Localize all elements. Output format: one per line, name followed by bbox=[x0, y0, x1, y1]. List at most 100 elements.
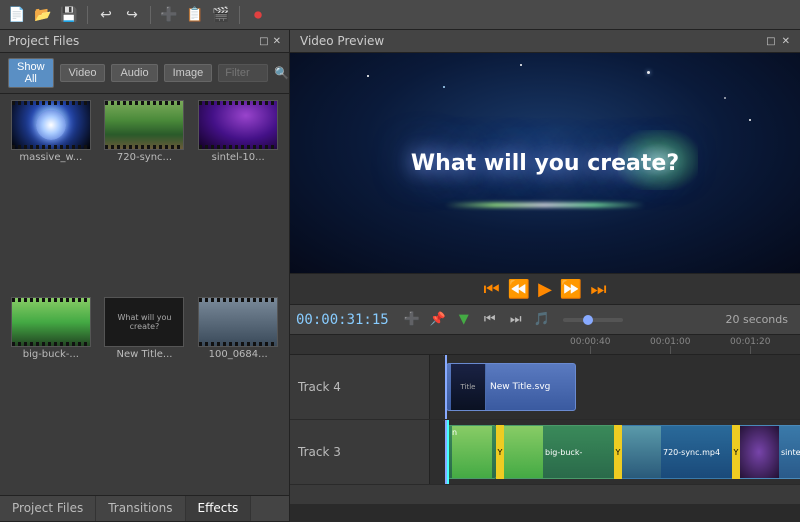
clip-sintel[interactable]: sintel-1024-surround.mp4 bbox=[734, 425, 800, 479]
video-filter-button[interactable]: Video bbox=[60, 64, 106, 82]
vp-icons: □ ✕ bbox=[766, 36, 790, 47]
play-button[interactable]: ▶ bbox=[538, 280, 552, 298]
thumb-new-title: What will you create? bbox=[104, 297, 184, 347]
star-2 bbox=[647, 71, 650, 74]
toolbar-sep-2 bbox=[150, 6, 151, 24]
thumb-massive-w bbox=[11, 100, 91, 150]
tl-add-icon[interactable]: ➕ bbox=[401, 309, 423, 331]
track-3-row: Track 3 n bbox=[290, 420, 800, 485]
y-marker-3: Y bbox=[732, 425, 740, 479]
clip-sintel-thumb bbox=[739, 426, 779, 478]
rewind-button[interactable]: ⏪ bbox=[508, 280, 530, 298]
tl-clip-icon[interactable]: 📌 bbox=[427, 309, 449, 331]
filter-input[interactable] bbox=[218, 64, 268, 82]
project-files-grid: massive_w... 720-sync... sintel-10... bbox=[0, 94, 289, 495]
track-4-name: Track 4 bbox=[298, 380, 341, 394]
playback-controls: ⏮ ⏪ ▶ ⏩ ⏭ bbox=[290, 273, 800, 304]
clip-720-label: 720-sync.mp4 bbox=[663, 448, 720, 457]
ruler-tick-0: 00:00:40 bbox=[570, 335, 610, 354]
bottom-tabs: Project Files Transitions Effects bbox=[0, 495, 289, 522]
save-icon[interactable]: 💾 bbox=[58, 4, 80, 26]
go-start-button[interactable]: ⏮ bbox=[483, 280, 499, 298]
star-3 bbox=[724, 97, 726, 99]
go-end-button[interactable]: ⏭ bbox=[590, 280, 606, 298]
filter-search-icon[interactable]: 🔍 bbox=[274, 66, 289, 80]
track-3-content[interactable]: n big-buck- Y bbox=[430, 420, 800, 484]
cyan-marker bbox=[447, 420, 449, 484]
file-sintel-label: sintel-10... bbox=[212, 152, 265, 163]
undo-icon[interactable]: ↩ bbox=[95, 4, 117, 26]
clip-new-title-svg[interactable]: Title New Title.svg bbox=[446, 363, 576, 411]
vp-close-icon[interactable]: ✕ bbox=[782, 36, 790, 47]
file-big-buck[interactable]: big-buck-... bbox=[6, 297, 96, 490]
vp-minmax-icon[interactable]: □ bbox=[766, 36, 775, 47]
star-5 bbox=[443, 86, 445, 88]
star-4 bbox=[520, 64, 522, 66]
image-filter-button[interactable]: Image bbox=[164, 64, 213, 82]
add-icon[interactable]: ➕ bbox=[158, 4, 180, 26]
show-all-button[interactable]: Show All bbox=[8, 58, 54, 88]
playhead-track4 bbox=[445, 355, 447, 419]
tl-audio-icon[interactable]: 🎵 bbox=[531, 309, 553, 331]
file-new-title-label: New Title... bbox=[117, 349, 173, 360]
timeline-ruler: 00:00:40 00:01:00 00:01:20 00:01:40 00:0… bbox=[290, 335, 800, 355]
open-icon[interactable]: 📂 bbox=[32, 4, 54, 26]
project-files-icons: □ ✕ bbox=[259, 36, 281, 47]
video-preview-header: Video Preview □ ✕ bbox=[290, 30, 800, 53]
toolbar-sep-3 bbox=[239, 6, 240, 24]
video-preview-area: What will you create? bbox=[290, 53, 800, 273]
pf-minmax-icon[interactable]: □ bbox=[259, 36, 268, 47]
import-icon[interactable]: 📋 bbox=[184, 4, 206, 26]
file-big-buck-label: big-buck-... bbox=[23, 349, 79, 360]
record-icon[interactable]: ⏺ bbox=[247, 4, 269, 26]
pf-close-icon[interactable]: ✕ bbox=[273, 36, 281, 47]
ruler-tick-1: 00:01:00 bbox=[650, 335, 690, 354]
star-1 bbox=[367, 75, 369, 77]
clip-big-buck[interactable]: big-buck- bbox=[498, 425, 616, 479]
glow-line bbox=[445, 203, 645, 207]
ruler-tick-2: 00:01:20 bbox=[730, 335, 770, 354]
video-canvas: What will you create? bbox=[290, 53, 800, 273]
tl-filter-icon[interactable]: ▼ bbox=[453, 309, 475, 331]
track-4-row: Track 4 Title New Title.svg bbox=[290, 355, 800, 420]
track-4-content[interactable]: Title New Title.svg bbox=[430, 355, 800, 419]
y-marker-1: Y bbox=[496, 425, 504, 479]
audio-filter-button[interactable]: Audio bbox=[111, 64, 157, 82]
tl-prev-icon[interactable]: ⏮ bbox=[479, 309, 501, 331]
clip-title-label: New Title.svg bbox=[490, 382, 550, 392]
clip-720-sync[interactable]: 720-sync.mp4 bbox=[616, 425, 734, 479]
filter-row: Show All Video Audio Image 🔍 bbox=[0, 53, 289, 94]
tl-zoom-slider[interactable] bbox=[563, 318, 623, 322]
main-area: Project Files □ ✕ Show All Video Audio I… bbox=[0, 30, 800, 522]
export-icon[interactable]: 🎬 bbox=[210, 4, 232, 26]
clip-big-buck-thumb bbox=[503, 426, 543, 478]
file-100-0684[interactable]: 100_0684... bbox=[193, 297, 283, 490]
tab-project-files[interactable]: Project Files bbox=[0, 496, 96, 521]
thumb-big-buck bbox=[11, 297, 91, 347]
right-panel: Video Preview □ ✕ What will you crea bbox=[290, 30, 800, 522]
file-sintel[interactable]: sintel-10... bbox=[193, 100, 283, 293]
star-6 bbox=[749, 119, 751, 121]
tab-transitions[interactable]: Transitions bbox=[96, 496, 185, 521]
timeline-time: 00:00:31:15 bbox=[296, 312, 389, 328]
video-preview-title: Video Preview bbox=[300, 34, 384, 48]
playhead-track3 bbox=[445, 420, 447, 484]
redo-icon[interactable]: ↪ bbox=[121, 4, 143, 26]
file-new-title[interactable]: What will you create? New Title... bbox=[100, 297, 190, 490]
tl-next-icon[interactable]: ⏭ bbox=[505, 309, 527, 331]
clip-buck-small[interactable]: n bbox=[447, 425, 497, 479]
tab-effects[interactable]: Effects bbox=[186, 496, 252, 521]
clip-title-thumb: Title bbox=[451, 364, 486, 410]
tracks-container: Track 4 Title New Title.svg bbox=[290, 355, 800, 504]
file-massive-w[interactable]: massive_w... bbox=[6, 100, 96, 293]
track-3-label: Track 3 bbox=[290, 420, 430, 484]
timeline-toolbar: 00:00:31:15 ➕ 📌 ▼ ⏮ ⏭ 🎵 20 seconds bbox=[290, 305, 800, 335]
file-100-0684-label: 100_0684... bbox=[209, 349, 268, 360]
thumb-720-sync bbox=[104, 100, 184, 150]
file-massive-w-label: massive_w... bbox=[19, 152, 82, 163]
new-icon[interactable]: 📄 bbox=[6, 4, 28, 26]
track-3-name: Track 3 bbox=[298, 445, 341, 459]
timeline: 00:00:31:15 ➕ 📌 ▼ ⏮ ⏭ 🎵 20 seconds 00:00… bbox=[290, 304, 800, 504]
fast-forward-button[interactable]: ⏩ bbox=[560, 280, 582, 298]
file-720-sync[interactable]: 720-sync... bbox=[100, 100, 190, 293]
